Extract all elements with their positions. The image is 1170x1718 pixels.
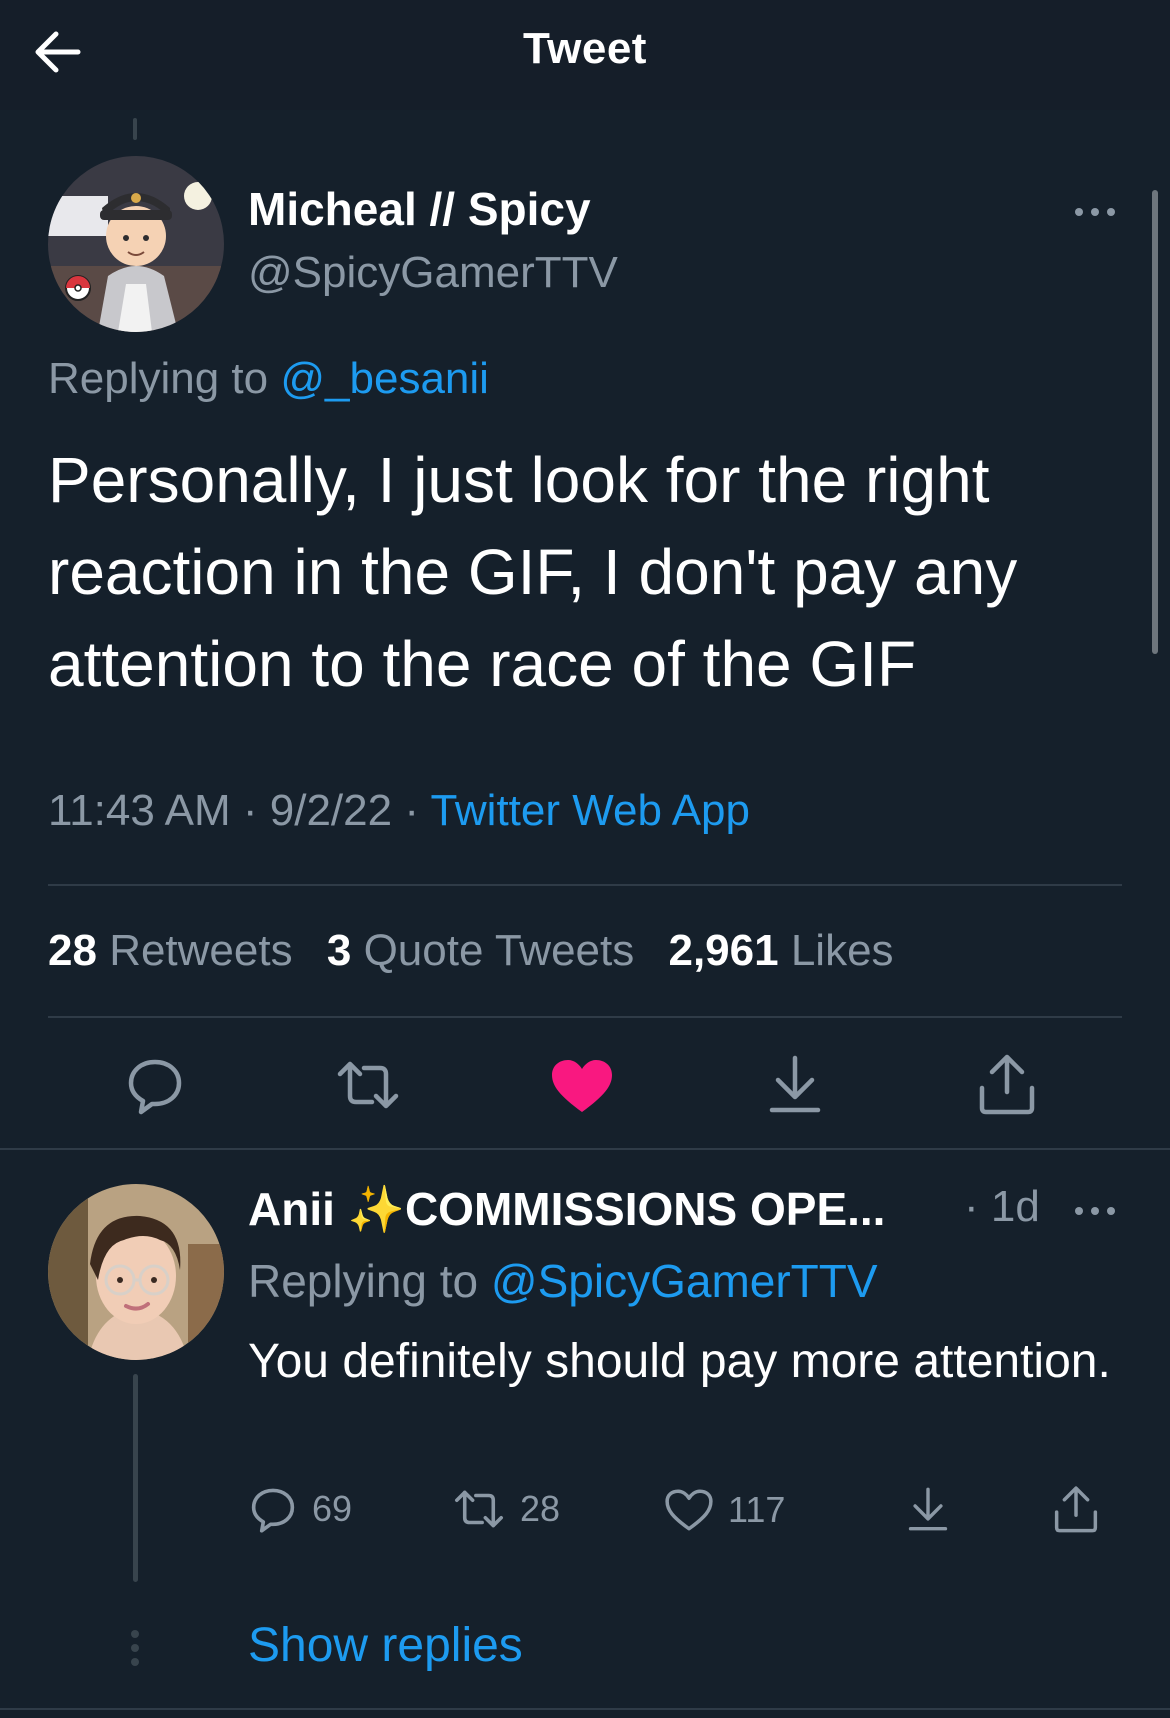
quote-tweets-stat[interactable]: 3 Quote Tweets [327, 926, 634, 975]
reply-share-icon[interactable] [1052, 1484, 1100, 1534]
reply-timestamp[interactable]: · 1d [964, 1182, 1040, 1232]
top-bar: Tweet [0, 0, 1170, 110]
tweet-time: 11:43 AM [48, 786, 231, 835]
tweet-meta: 11:43 AM · 9/2/22 · Twitter Web App [48, 786, 750, 836]
reply-reply-button[interactable]: 69 [248, 1484, 352, 1534]
reply-icon[interactable] [124, 1054, 186, 1116]
tweet-text: Personally, I just look for the right re… [48, 444, 1018, 700]
reply-icon [251, 1488, 295, 1533]
tweet-stats: 28 Retweets 3 Quote Tweets 2,961 Likes [48, 926, 916, 976]
reply-replying-to-mention[interactable]: @SpicyGamerTTV [491, 1255, 878, 1307]
thread-connector [133, 1374, 138, 1582]
replying-to-line: Replying to @_besanii [48, 354, 489, 404]
divider [48, 1016, 1122, 1018]
author-avatar[interactable] [48, 156, 224, 332]
tweet-date: 9/2/22 [269, 786, 393, 835]
author-handle[interactable]: @SpicyGamerTTV [248, 248, 618, 298]
reply-like-button[interactable]: 117 [664, 1488, 785, 1532]
reply-retweet-count: 28 [520, 1488, 561, 1529]
reply-retweet-button[interactable]: 28 [452, 1486, 560, 1532]
thread-connector [133, 118, 137, 140]
replying-to-mention[interactable]: @_besanii [280, 354, 489, 403]
meta-separator: · [404, 786, 431, 835]
reply-more-options-icon[interactable] [1070, 1196, 1120, 1226]
retweet-icon [455, 1490, 503, 1528]
author-display-name[interactable]: Micheal // Spicy [248, 182, 591, 236]
tweet-source-link[interactable]: Twitter Web App [430, 786, 750, 835]
tweet-detail-screen: Tweet Micheal // Spicy @SpicyGamerTTV Re… [0, 0, 1170, 1718]
likes-stat[interactable]: 2,961 Likes [668, 926, 893, 975]
reply-count: 69 [312, 1488, 353, 1529]
divider [0, 1148, 1170, 1150]
reply-bookmark-download-icon[interactable] [906, 1484, 950, 1534]
replying-to-label: Replying to [48, 354, 269, 403]
scrollbar[interactable] [1152, 190, 1158, 654]
retweets-stat[interactable]: 28 Retweets [48, 926, 293, 975]
reply-author-display-name[interactable]: Anii ✨COMMISSIONS OPE... [248, 1182, 885, 1237]
sparkle-icon: ✨ [347, 1183, 405, 1235]
page-title: Tweet [523, 24, 647, 73]
retweet-icon[interactable] [334, 1056, 402, 1114]
divider [48, 884, 1122, 886]
reply-like-count: 117 [728, 1489, 786, 1530]
reply-author-avatar[interactable] [48, 1184, 224, 1360]
reply-replying-to-line: Replying to @SpicyGamerTTV [248, 1255, 878, 1307]
bookmark-download-icon[interactable] [766, 1052, 824, 1116]
divider [0, 1708, 1170, 1710]
meta-separator: · [242, 786, 270, 835]
show-replies-link[interactable]: Show replies [248, 1618, 523, 1673]
heart-outline-icon [665, 1489, 713, 1531]
share-icon[interactable] [976, 1052, 1038, 1116]
like-filled-icon[interactable] [550, 1058, 614, 1114]
more-options-icon[interactable] [1070, 197, 1120, 227]
reply-text: You definitely should pay more attention… [248, 1335, 1111, 1388]
thread-dots-icon [127, 1628, 143, 1668]
